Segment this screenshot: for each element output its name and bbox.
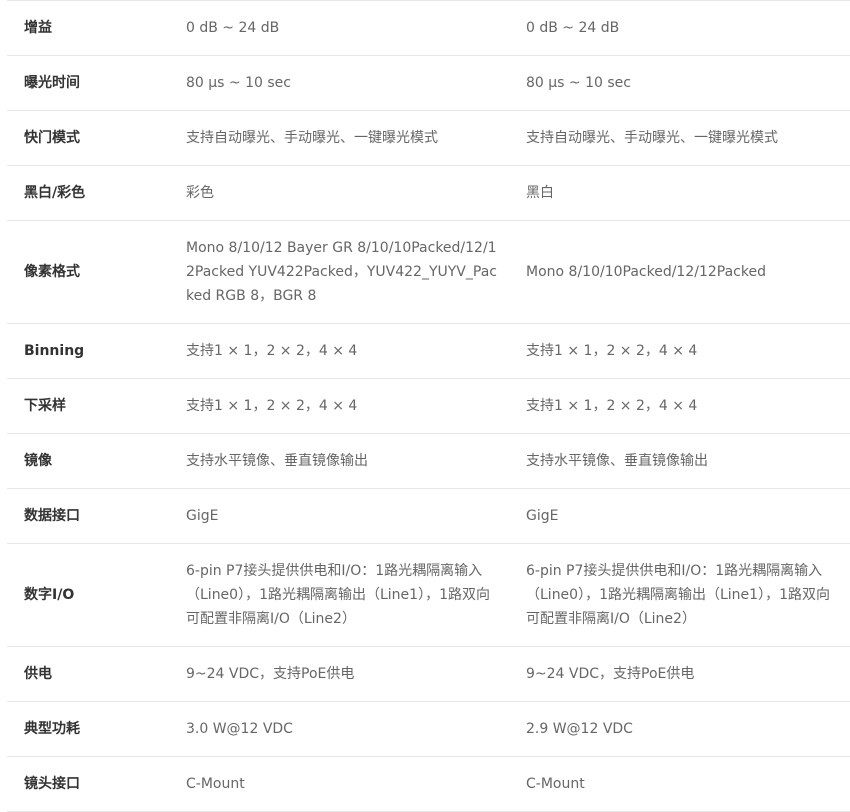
cell-value-b: 80 μs ~ 10 sec bbox=[509, 55, 850, 111]
cell-value-a: 6-pin P7接头提供供电和I/O：1路光耦隔离输入（Line0），1路光耦隔… bbox=[169, 543, 509, 647]
cell-value-a: 彩色 bbox=[169, 165, 509, 221]
cell-value-a: 0 dB ~ 24 dB bbox=[169, 0, 509, 56]
row-label-pixel-format: 像素格式 bbox=[7, 220, 169, 324]
cell-value-a: 支持1 × 1，2 × 2，4 × 4 bbox=[169, 323, 509, 379]
cell-value-b: 9~24 VDC，支持PoE供电 bbox=[509, 646, 850, 702]
cell-value-a: Mono 8/10/12 Bayer GR 8/10/10Packed/12/1… bbox=[169, 220, 509, 324]
cell-value-a: 3.0 W@12 VDC bbox=[169, 701, 509, 757]
row-label-binning: Binning bbox=[7, 323, 169, 379]
row-label-digital-io: 数字I/O bbox=[7, 543, 169, 647]
cell-value-a: C-Mount bbox=[169, 756, 509, 812]
table-row: 数据接口 GigE GigE bbox=[7, 488, 850, 544]
cell-value-b: Mono 8/10/10Packed/12/12Packed bbox=[509, 220, 850, 324]
table-row: 下采样 支持1 × 1，2 × 2，4 × 4 支持1 × 1，2 × 2，4 … bbox=[7, 378, 850, 434]
row-label-decimation: 下采样 bbox=[7, 378, 169, 434]
cell-value-b: GigE bbox=[509, 488, 850, 544]
table-row: 供电 9~24 VDC，支持PoE供电 9~24 VDC，支持PoE供电 bbox=[7, 646, 850, 702]
cell-value-b: 支持1 × 1，2 × 2，4 × 4 bbox=[509, 378, 850, 434]
cell-value-a: 支持水平镜像、垂直镜像输出 bbox=[169, 433, 509, 489]
cell-value-a: GigE bbox=[169, 488, 509, 544]
cell-value-b: 支持自动曝光、手动曝光、一键曝光模式 bbox=[509, 110, 850, 166]
cell-value-a: 80 μs ~ 10 sec bbox=[169, 55, 509, 111]
table-row: 曝光时间 80 μs ~ 10 sec 80 μs ~ 10 sec bbox=[7, 55, 850, 111]
cell-value-b: 0 dB ~ 24 dB bbox=[509, 0, 850, 56]
row-label-typical-power: 典型功耗 bbox=[7, 701, 169, 757]
row-label-data-interface: 数据接口 bbox=[7, 488, 169, 544]
cell-value-b: 支持1 × 1，2 × 2，4 × 4 bbox=[509, 323, 850, 379]
cell-value-a: 支持自动曝光、手动曝光、一键曝光模式 bbox=[169, 110, 509, 166]
table-row: 镜头接口 C-Mount C-Mount bbox=[7, 756, 850, 812]
cell-value-b: 支持水平镜像、垂直镜像输出 bbox=[509, 433, 850, 489]
row-label-mirror: 镜像 bbox=[7, 433, 169, 489]
table-row: 快门模式 支持自动曝光、手动曝光、一键曝光模式 支持自动曝光、手动曝光、一键曝光… bbox=[7, 110, 850, 166]
row-label-exposure-time: 曝光时间 bbox=[7, 55, 169, 111]
cell-value-a: 9~24 VDC，支持PoE供电 bbox=[169, 646, 509, 702]
spec-table: 增益 0 dB ~ 24 dB 0 dB ~ 24 dB 曝光时间 80 μs … bbox=[7, 0, 850, 812]
table-row: Binning 支持1 × 1，2 × 2，4 × 4 支持1 × 1，2 × … bbox=[7, 323, 850, 379]
table-row: 镜像 支持水平镜像、垂直镜像输出 支持水平镜像、垂直镜像输出 bbox=[7, 433, 850, 489]
table-row: 典型功耗 3.0 W@12 VDC 2.9 W@12 VDC bbox=[7, 701, 850, 757]
row-label-mono-color: 黑白/彩色 bbox=[7, 165, 169, 221]
row-label-lens-mount: 镜头接口 bbox=[7, 756, 169, 812]
table-row: 像素格式 Mono 8/10/12 Bayer GR 8/10/10Packed… bbox=[7, 220, 850, 324]
cell-value-b: 6-pin P7接头提供供电和I/O：1路光耦隔离输入（Line0），1路光耦隔… bbox=[509, 543, 850, 647]
table-row: 数字I/O 6-pin P7接头提供供电和I/O：1路光耦隔离输入（Line0）… bbox=[7, 543, 850, 647]
row-label-gain: 增益 bbox=[7, 0, 169, 56]
row-label-shutter-mode: 快门模式 bbox=[7, 110, 169, 166]
cell-value-b: 黑白 bbox=[509, 165, 850, 221]
table-row: 增益 0 dB ~ 24 dB 0 dB ~ 24 dB bbox=[7, 0, 850, 56]
cell-value-b: 2.9 W@12 VDC bbox=[509, 701, 850, 757]
cell-value-a: 支持1 × 1，2 × 2，4 × 4 bbox=[169, 378, 509, 434]
cell-value-b: C-Mount bbox=[509, 756, 850, 812]
table-row: 黑白/彩色 彩色 黑白 bbox=[7, 165, 850, 221]
row-label-power-supply: 供电 bbox=[7, 646, 169, 702]
